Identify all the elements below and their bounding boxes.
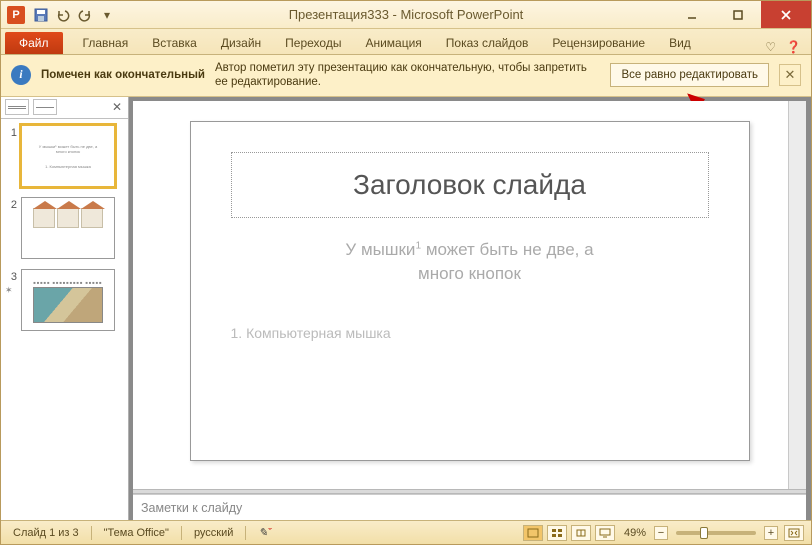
close-button[interactable] — [761, 1, 811, 28]
right-border — [806, 97, 811, 520]
animation-star-icon: ✶ — [5, 285, 17, 296]
maximize-button[interactable] — [715, 1, 761, 28]
info-icon: i — [11, 65, 31, 85]
theme-name[interactable]: "Тема Office" — [98, 527, 175, 539]
slide-thumb-2[interactable]: 2 — [5, 197, 124, 259]
editor-area: Заголовок слайда У мышки1 может быть не … — [129, 97, 806, 520]
ribbon-tabs: Файл Главная Вставка Дизайн Переходы Ани… — [1, 29, 811, 55]
outline-tab[interactable] — [33, 99, 57, 115]
tab-insert[interactable]: Вставка — [140, 32, 209, 54]
tab-view[interactable]: Вид — [657, 32, 703, 54]
slide: Заголовок слайда У мышки1 может быть не … — [190, 121, 750, 461]
slideshow-view-button[interactable] — [595, 525, 615, 541]
infobar-text: Автор пометил эту презентацию как оконча… — [215, 61, 600, 90]
status-bar: Слайд 1 из 3 "Тема Office" русский ✎ˇ 49… — [1, 520, 811, 544]
minimize-button[interactable] — [669, 1, 715, 28]
slide-footnote: 1. Компьютерная мышка — [231, 325, 709, 341]
zoom-in-button[interactable]: + — [764, 526, 778, 540]
tab-transitions[interactable]: Переходы — [273, 32, 353, 54]
thumb-number: 3 — [5, 269, 17, 283]
undo-icon[interactable] — [55, 7, 71, 23]
slide-thumb-3[interactable]: 3 ✶ ■■■■■ ■■■■■■■■■ ■■■■■ — [5, 269, 124, 331]
thumbnails-tab[interactable] — [5, 99, 29, 115]
workspace: 1 ✕ 1 У мышки¹ может быть не две, амного… — [1, 97, 811, 520]
help-icon[interactable]: ❓ — [786, 40, 801, 54]
slides-panel: ✕ 1 У мышки¹ может быть не две, амного к… — [1, 97, 129, 520]
slide-thumb-1[interactable]: 1 У мышки¹ может быть не две, амного кно… — [5, 125, 124, 187]
tab-review[interactable]: Рецензирование — [540, 32, 657, 54]
infobar-title: Помечен как окончательный — [41, 69, 205, 81]
panel-close-button[interactable]: ✕ — [110, 100, 124, 114]
edit-anyway-button[interactable]: Все равно редактировать — [610, 63, 769, 87]
fit-to-window-button[interactable] — [784, 525, 804, 541]
marked-final-infobar: i Помечен как окончательный Автор помети… — [1, 55, 811, 97]
infobar-close-button[interactable]: ✕ — [779, 64, 801, 86]
tab-home[interactable]: Главная — [71, 32, 141, 54]
zoom-slider[interactable] — [676, 531, 756, 535]
zoom-out-button[interactable]: − — [654, 526, 668, 540]
title-bar: P ▾ Презентация333 - Microsoft PowerPoin… — [1, 1, 811, 29]
save-icon[interactable] — [33, 7, 49, 23]
language[interactable]: русский — [188, 527, 239, 539]
zoom-level[interactable]: 49% — [618, 527, 652, 539]
thumb-number: 1 — [5, 125, 17, 139]
tab-slideshow[interactable]: Показ слайдов — [434, 32, 541, 54]
file-tab[interactable]: Файл — [5, 32, 63, 54]
slide-subtitle[interactable]: У мышки1 может быть не две, а много кноп… — [231, 238, 709, 286]
reading-view-button[interactable] — [571, 525, 591, 541]
notes-pane[interactable]: Заметки к слайду — [133, 494, 806, 520]
slide-canvas[interactable]: Заголовок слайда У мышки1 может быть не … — [133, 101, 806, 489]
sorter-view-button[interactable] — [547, 525, 567, 541]
normal-view-button[interactable] — [523, 525, 543, 541]
ribbon-collapse-icon[interactable]: ♡ — [765, 40, 776, 54]
qat-dropdown-icon[interactable]: ▾ — [99, 7, 115, 23]
tab-design[interactable]: Дизайн — [209, 32, 273, 54]
thumb-number: 2 — [5, 197, 17, 211]
app-icon: P — [7, 6, 25, 24]
slide-title-placeholder[interactable]: Заголовок слайда — [231, 152, 709, 218]
redo-icon[interactable] — [77, 7, 93, 23]
tab-animation[interactable]: Анимация — [353, 32, 433, 54]
slide-counter[interactable]: Слайд 1 из 3 — [7, 527, 85, 539]
spellcheck-icon[interactable]: ✎ˇ — [252, 526, 277, 539]
